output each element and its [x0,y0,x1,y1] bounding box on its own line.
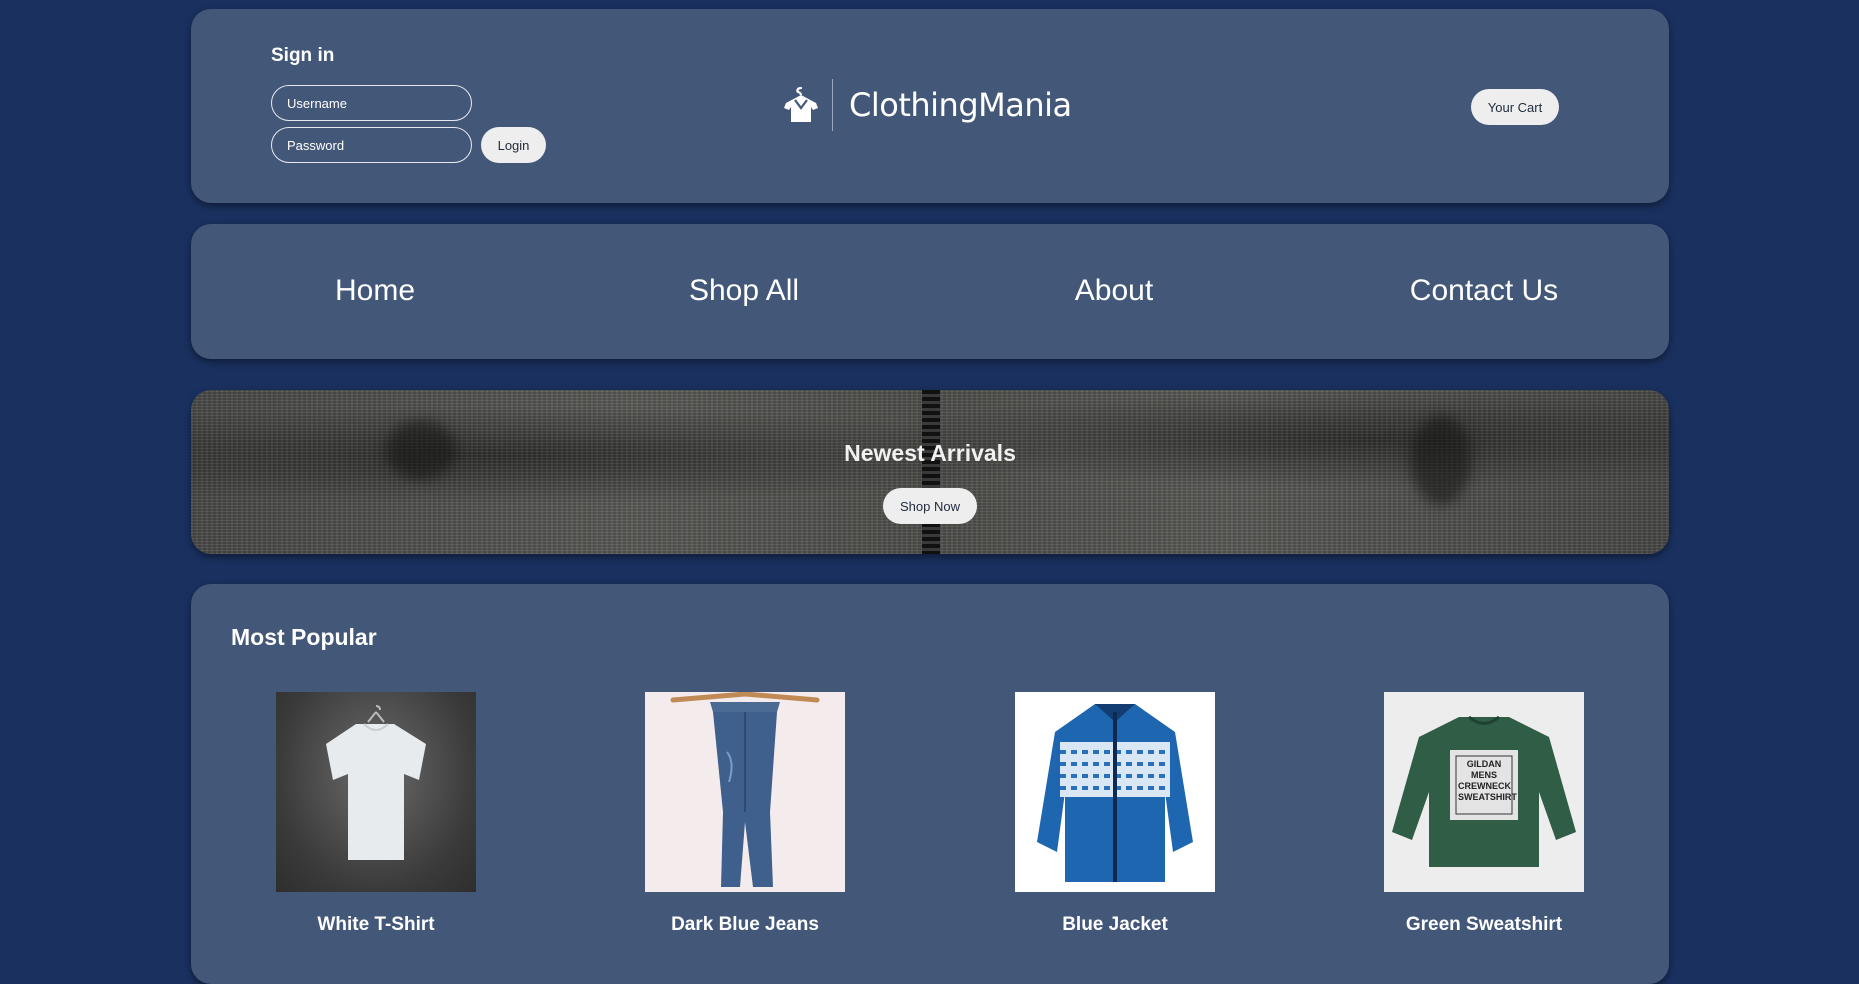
most-popular-section: Most Popular White T-Shirt Dark Blue Jea… [191,584,1669,984]
login-button[interactable]: Login [481,127,546,163]
logo-divider [832,79,833,131]
white-tshirt-image[interactable] [276,692,476,892]
section-title: Most Popular [231,624,377,650]
product-card[interactable]: Blue Jacket [1015,692,1215,935]
username-input[interactable] [271,85,472,121]
product-name: White T-Shirt [317,914,435,935]
product-name: Dark Blue Jeans [671,914,819,935]
banner-title: Newest Arrivals [844,440,1016,466]
brand-logo[interactable]: ClothingMania [780,79,1072,131]
main-nav: Home Shop All About Contact Us [191,224,1669,359]
product-name: Blue Jacket [1062,914,1168,935]
header-card: Sign in Login ClothingMania Your Cart [191,9,1669,203]
hero-banner: Newest Arrivals Shop Now [191,390,1669,554]
blue-jacket-image[interactable] [1015,692,1215,892]
nav-home[interactable]: Home [275,274,475,308]
nav-contact-us[interactable]: Contact Us [1384,274,1584,308]
product-card[interactable]: White T-Shirt [276,692,476,935]
brand-name: ClothingMania [849,86,1072,124]
cart-button[interactable]: Your Cart [1471,89,1559,125]
nav-about[interactable]: About [1014,274,1214,308]
password-input[interactable] [271,127,472,163]
product-card[interactable]: GILDAN MENS CREWNECK SWEATSHIRT Green Sw… [1384,692,1584,935]
green-sweatshirt-image[interactable]: GILDAN MENS CREWNECK SWEATSHIRT [1384,692,1584,892]
product-card[interactable]: Dark Blue Jeans [645,692,845,935]
product-name: Green Sweatshirt [1405,914,1563,935]
hanger-shirt-icon [784,86,818,122]
dark-blue-jeans-image[interactable] [645,692,845,892]
signin-title: Sign in [271,45,335,66]
nav-shop-all[interactable]: Shop All [644,274,844,308]
sweatshirt-print: GILDAN MENS CREWNECK SWEATSHIRT [1458,759,1517,802]
shop-now-button[interactable]: Shop Now [883,488,977,524]
zipper-graphic [922,390,940,554]
